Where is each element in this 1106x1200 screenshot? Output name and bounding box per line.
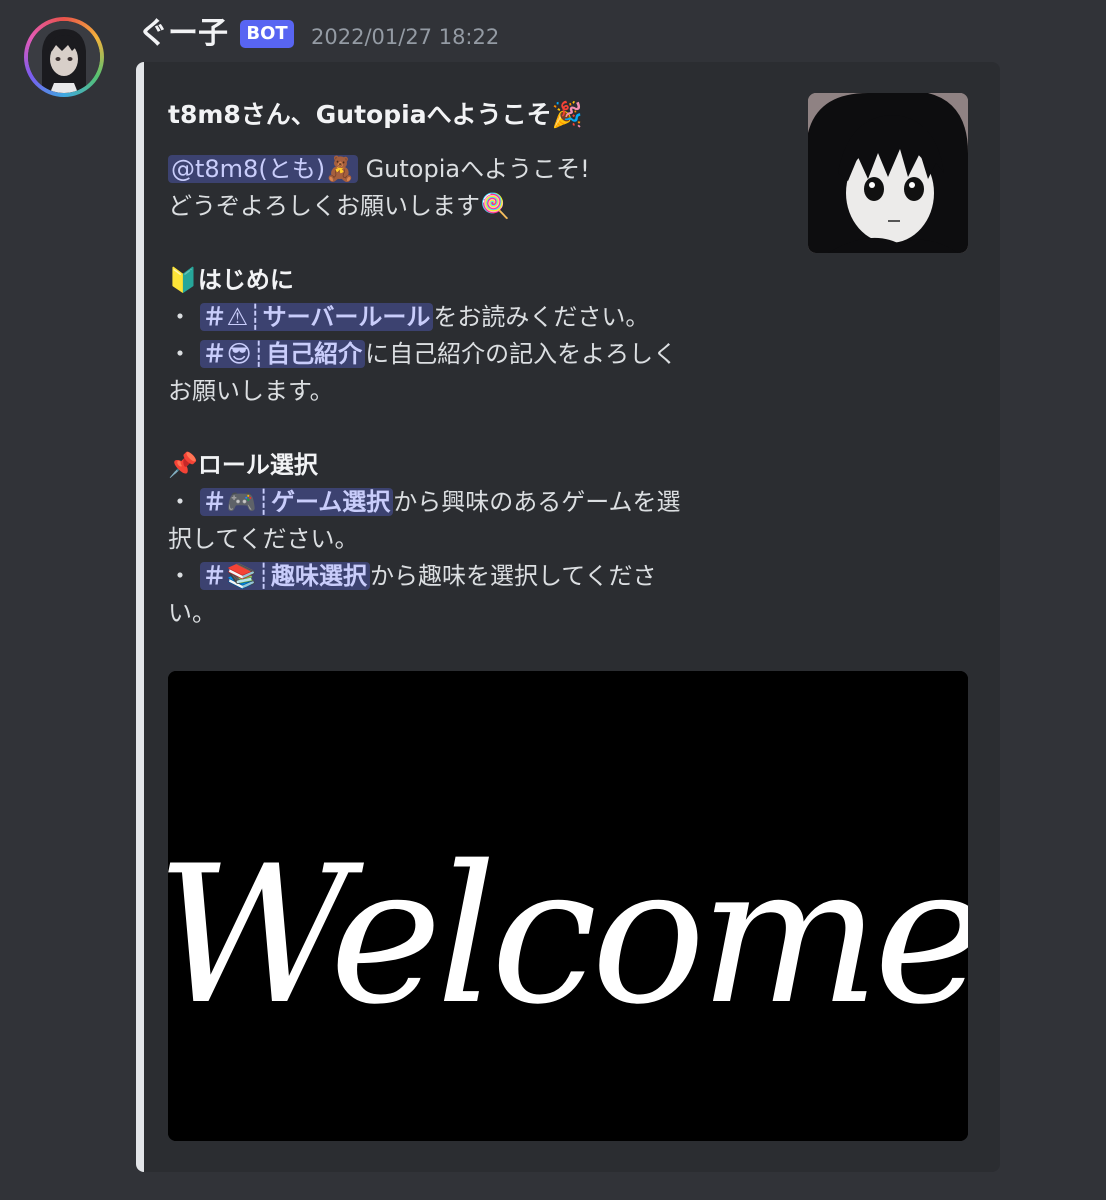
message-view: ぐー子 BOT 2022/01/27 18:22 t8m8さん、Gutopiaへ… [0,0,1106,1200]
desc-line-2: どうぞよろしくお願いします🍭 [168,192,510,220]
bullet: ・ [168,562,200,590]
bullet: ・ [168,340,200,368]
desc-text: から興味のあるゲームを選 [393,488,681,516]
desc-line-game: ・ ＃🎮┊ゲーム選択 から興味のあるゲームを選 [168,484,778,521]
timestamp[interactable]: 2022/01/27 18:22 [311,22,499,52]
section-heading-start: 🔰はじめに [168,266,294,294]
bullet: ・ [168,488,200,516]
embed-image[interactable]: Welcome [168,671,968,1141]
desc-line-hobby: ・ ＃📚┊趣味選択 から趣味を選択してくださ [168,558,778,595]
user-mention[interactable]: @t8m8(とも)🧸 [168,155,358,183]
section-heading-roles: 📌ロール選択 [168,451,318,479]
desc-text: Gutopiaへようこそ! [357,155,590,183]
channel-link-rules[interactable]: ＃⚠┊サーバールール [199,303,434,331]
channel-link-hobby[interactable]: ＃📚┊趣味選択 [199,562,370,590]
avatar[interactable] [24,17,104,97]
desc-line-game-cont: 択してください。 [168,525,359,553]
bullet: ・ [168,303,200,331]
bot-badge: BOT [240,20,294,48]
desc-text: から趣味を選択してくださ [369,562,657,590]
desc-line-1: @t8m8(とも)🧸 Gutopiaへようこそ! [168,151,778,188]
embed-description: @t8m8(とも)🧸 Gutopiaへようこそ! どうぞよろしくお願いします🍭 … [168,151,778,632]
username[interactable]: ぐー子 [138,14,228,54]
channel-link-game[interactable]: ＃🎮┊ゲーム選択 [199,488,394,516]
desc-text: に自己紹介の記入をよろしく [365,340,678,368]
channel-link-intro[interactable]: ＃😎┊自己紹介 [199,340,366,368]
welcome-image-text: Welcome [168,825,968,1046]
embed-thumbnail[interactable] [808,93,968,253]
avatar-image [28,21,100,93]
desc-line-rules: ・ ＃⚠┊サーバールール をお読みください。 [168,299,778,336]
desc-line-intro-cont: お願いします。 [168,377,334,405]
desc-text: をお読みください。 [433,303,650,331]
embed-title: t8m8さん、Gutopiaへようこそ🎉 [168,100,583,129]
desc-line-hobby-cont: い。 [168,599,216,627]
desc-line-intro: ・ ＃😎┊自己紹介 に自己紹介の記入をよろしく [168,336,778,373]
